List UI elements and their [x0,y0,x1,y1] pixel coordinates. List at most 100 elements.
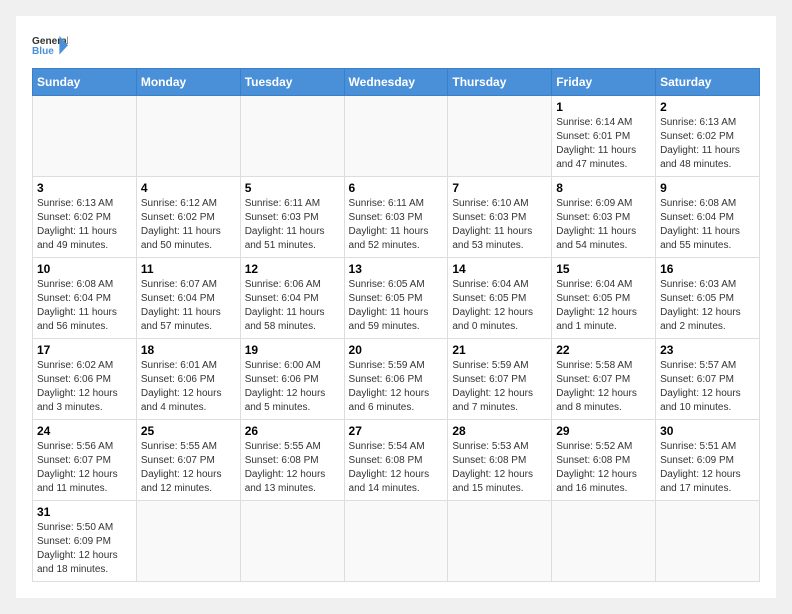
day-info: Sunrise: 6:07 AM Sunset: 6:04 PM Dayligh… [141,278,236,334]
day-number: 12 [245,262,340,276]
calendar-day-cell: 4 Sunrise: 6:12 AM Sunset: 6:02 PM Daylig… [136,177,240,258]
calendar-day-cell: 25 Sunrise: 5:55 AM Sunset: 6:07 PM Dayli… [136,420,240,501]
calendar-day-cell: 29 Sunrise: 5:52 AM Sunset: 6:08 PM Dayli… [552,420,656,501]
calendar-day-cell: 9Sunrise: 6:08 AM Sunset: 6:04 PM Daylig… [656,177,760,258]
generalblue-logo-icon: General Blue [32,32,68,60]
calendar-day-cell: 8Sunrise: 6:09 AM Sunset: 6:03 PM Daylig… [552,177,656,258]
day-number: 15 [556,262,651,276]
day-info: Sunrise: 5:51 AM Sunset: 6:09 PM Dayligh… [660,440,755,496]
calendar-week-row: 31 Sunrise: 5:50 AM Sunset: 6:09 PM Dayli… [33,501,760,582]
day-number: 22 [556,343,651,357]
day-number: 30 [660,424,755,438]
calendar-day-cell: 28 Sunrise: 5:53 AM Sunset: 6:08 PM Dayli… [448,420,552,501]
weekday-header-sunday: Sunday [33,69,137,96]
calendar-day-cell: 22 Sunrise: 5:58 AM Sunset: 6:07 PM Dayli… [552,339,656,420]
calendar-day-cell: 14 Sunrise: 6:04 AM Sunset: 6:05 PM Dayli… [448,258,552,339]
calendar-week-row: 1Sunrise: 6:14 AM Sunset: 6:01 PM Daylig… [33,96,760,177]
calendar-week-row: 10 Sunrise: 6:08 AM Sunset: 6:04 PM Dayli… [33,258,760,339]
day-number: 20 [349,343,444,357]
calendar-day-cell [344,96,448,177]
day-number: 16 [660,262,755,276]
calendar-day-cell: 17 Sunrise: 6:02 AM Sunset: 6:06 PM Dayli… [33,339,137,420]
logo: General Blue [32,32,68,60]
weekday-header-tuesday: Tuesday [240,69,344,96]
calendar-day-cell [240,96,344,177]
weekday-header-wednesday: Wednesday [344,69,448,96]
day-info: Sunrise: 5:50 AM Sunset: 6:09 PM Dayligh… [37,521,132,577]
calendar-day-cell [33,96,137,177]
calendar-day-cell: 21 Sunrise: 5:59 AM Sunset: 6:07 PM Dayli… [448,339,552,420]
day-number: 1 [556,100,651,114]
day-number: 5 [245,181,340,195]
day-info: Sunrise: 5:58 AM Sunset: 6:07 PM Dayligh… [556,359,651,415]
day-info: Sunrise: 5:59 AM Sunset: 6:07 PM Dayligh… [452,359,547,415]
calendar-day-cell: 18Sunrise: 6:01 AM Sunset: 6:06 PM Dayli… [136,339,240,420]
calendar-day-cell: 1Sunrise: 6:14 AM Sunset: 6:01 PM Daylig… [552,96,656,177]
day-number: 26 [245,424,340,438]
weekday-header-monday: Monday [136,69,240,96]
calendar-day-cell: 12 Sunrise: 6:06 AM Sunset: 6:04 PM Dayli… [240,258,344,339]
day-info: Sunrise: 6:09 AM Sunset: 6:03 PM Dayligh… [556,197,651,253]
calendar-day-cell [448,96,552,177]
day-number: 9 [660,181,755,195]
day-number: 21 [452,343,547,357]
calendar-day-cell: 24Sunrise: 5:56 AM Sunset: 6:07 PM Dayli… [33,420,137,501]
calendar-page: General Blue SundayMondayTuesdayWednesda… [16,16,776,598]
calendar-week-row: 17 Sunrise: 6:02 AM Sunset: 6:06 PM Dayli… [33,339,760,420]
day-number: 29 [556,424,651,438]
day-info: Sunrise: 5:55 AM Sunset: 6:07 PM Dayligh… [141,440,236,496]
calendar-day-cell [448,501,552,582]
calendar-day-cell: 3Sunrise: 6:13 AM Sunset: 6:02 PM Daylig… [33,177,137,258]
calendar-day-cell: 5Sunrise: 6:11 AM Sunset: 6:03 PM Daylig… [240,177,344,258]
day-number: 11 [141,262,236,276]
day-number: 3 [37,181,132,195]
day-number: 14 [452,262,547,276]
day-info: Sunrise: 5:52 AM Sunset: 6:08 PM Dayligh… [556,440,651,496]
day-number: 6 [349,181,444,195]
day-number: 2 [660,100,755,114]
day-info: Sunrise: 6:12 AM Sunset: 6:02 PM Dayligh… [141,197,236,253]
day-info: Sunrise: 5:57 AM Sunset: 6:07 PM Dayligh… [660,359,755,415]
calendar-day-cell [344,501,448,582]
calendar-day-cell: 2Sunrise: 6:13 AM Sunset: 6:02 PM Daylig… [656,96,760,177]
calendar-day-cell [240,501,344,582]
calendar-day-cell: 7Sunrise: 6:10 AM Sunset: 6:03 PM Daylig… [448,177,552,258]
day-info: Sunrise: 6:08 AM Sunset: 6:04 PM Dayligh… [37,278,132,334]
calendar-day-cell: 10 Sunrise: 6:08 AM Sunset: 6:04 PM Dayli… [33,258,137,339]
calendar-day-cell: 30 Sunrise: 5:51 AM Sunset: 6:09 PM Dayli… [656,420,760,501]
calendar-table: SundayMondayTuesdayWednesdayThursdayFrid… [32,68,760,582]
day-info: Sunrise: 6:04 AM Sunset: 6:05 PM Dayligh… [452,278,547,334]
calendar-day-cell: 19Sunrise: 6:00 AM Sunset: 6:06 PM Dayli… [240,339,344,420]
day-info: Sunrise: 6:05 AM Sunset: 6:05 PM Dayligh… [349,278,444,334]
day-number: 18 [141,343,236,357]
calendar-day-cell: 31 Sunrise: 5:50 AM Sunset: 6:09 PM Dayli… [33,501,137,582]
day-info: Sunrise: 6:04 AM Sunset: 6:05 PM Dayligh… [556,278,651,334]
day-info: Sunrise: 6:06 AM Sunset: 6:04 PM Dayligh… [245,278,340,334]
weekday-header-row: SundayMondayTuesdayWednesdayThursdayFrid… [33,69,760,96]
calendar-day-cell [656,501,760,582]
day-number: 4 [141,181,236,195]
day-number: 17 [37,343,132,357]
calendar-day-cell: 26Sunrise: 5:55 AM Sunset: 6:08 PM Dayli… [240,420,344,501]
calendar-day-cell [552,501,656,582]
day-number: 31 [37,505,132,519]
day-number: 24 [37,424,132,438]
day-number: 7 [452,181,547,195]
day-info: Sunrise: 6:11 AM Sunset: 6:03 PM Dayligh… [349,197,444,253]
calendar-day-cell [136,96,240,177]
calendar-day-cell: 6 Sunrise: 6:11 AM Sunset: 6:03 PM Daylig… [344,177,448,258]
day-number: 10 [37,262,132,276]
day-info: Sunrise: 6:02 AM Sunset: 6:06 PM Dayligh… [37,359,132,415]
calendar-week-row: 24Sunrise: 5:56 AM Sunset: 6:07 PM Dayli… [33,420,760,501]
day-number: 25 [141,424,236,438]
weekday-header-friday: Friday [552,69,656,96]
day-info: Sunrise: 5:53 AM Sunset: 6:08 PM Dayligh… [452,440,547,496]
calendar-day-cell: 15 Sunrise: 6:04 AM Sunset: 6:05 PM Dayli… [552,258,656,339]
svg-text:Blue: Blue [32,46,54,57]
day-info: Sunrise: 6:00 AM Sunset: 6:06 PM Dayligh… [245,359,340,415]
calendar-day-cell: 20 Sunrise: 5:59 AM Sunset: 6:06 PM Dayli… [344,339,448,420]
calendar-day-cell: 27Sunrise: 5:54 AM Sunset: 6:08 PM Dayli… [344,420,448,501]
calendar-day-cell: 13Sunrise: 6:05 AM Sunset: 6:05 PM Dayli… [344,258,448,339]
day-info: Sunrise: 5:59 AM Sunset: 6:06 PM Dayligh… [349,359,444,415]
day-number: 28 [452,424,547,438]
